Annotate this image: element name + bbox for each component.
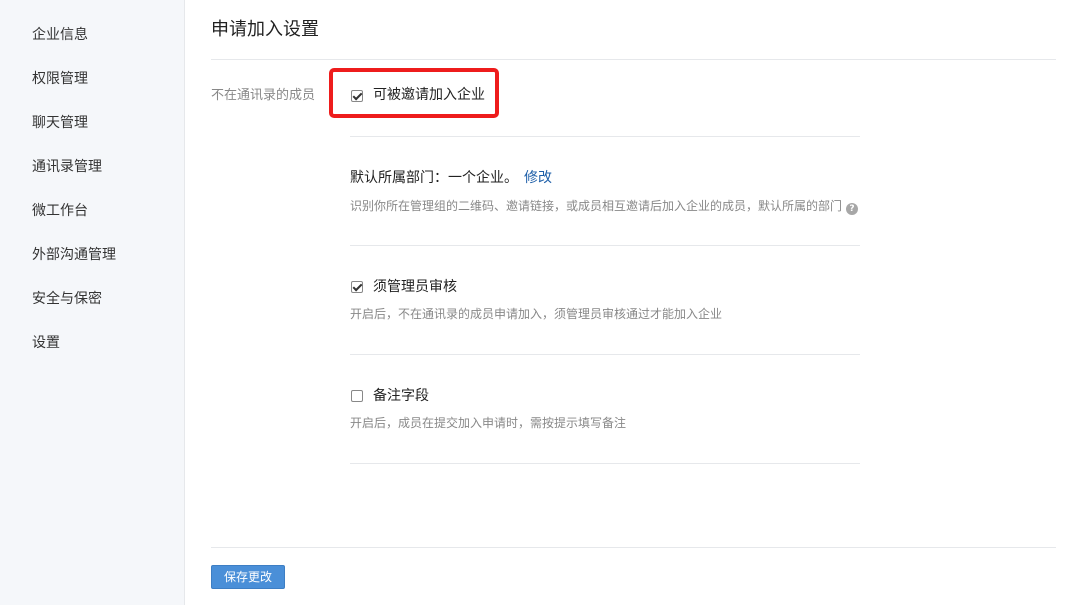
- sidebar: 企业信息 权限管理 聊天管理 通讯录管理 微工作台 外部沟通管理 安全与保密 设…: [0, 0, 185, 605]
- row-label: 不在通讯录的成员: [211, 88, 316, 103]
- sidebar-item-permissions[interactable]: 权限管理: [32, 69, 88, 89]
- page-title: 申请加入设置: [211, 19, 319, 40]
- admin-review-description: 开启后，不在通讯录的成员申请加入，须管理员审核通过才能加入企业: [350, 307, 723, 321]
- admin-review-label[interactable]: 须管理员审核: [373, 277, 457, 297]
- help-icon[interactable]: ?: [846, 203, 859, 215]
- title-divider: [211, 59, 1056, 60]
- remark-field-label[interactable]: 备注字段: [373, 386, 429, 406]
- section-divider: [350, 136, 860, 137]
- department-description: 识别你所在管理组的二维码、邀请链接，或成员相互邀请后加入企业的成员，默认所属的部…: [350, 197, 859, 215]
- remark-field-checkbox[interactable]: [351, 390, 363, 402]
- sidebar-item-security[interactable]: 安全与保密: [32, 289, 102, 309]
- sidebar-item-contacts-management[interactable]: 通讯录管理: [32, 157, 102, 177]
- sidebar-item-chat-management[interactable]: 聊天管理: [32, 113, 88, 133]
- sidebar-item-external-communication[interactable]: 外部沟通管理: [32, 245, 116, 265]
- admin-review-checkbox[interactable]: [351, 281, 363, 293]
- app-window: 企业信息 权限管理 聊天管理 通讯录管理 微工作台 外部沟通管理 安全与保密 设…: [0, 0, 1081, 605]
- department-description-text: 识别你所在管理组的二维码、邀请链接，或成员相互邀请后加入企业的成员，默认所属的部…: [350, 199, 843, 213]
- sidebar-item-company-info[interactable]: 企业信息: [32, 25, 88, 45]
- remark-field-description: 开启后，成员在提交加入申请时，需按提示填写备注: [350, 416, 627, 430]
- department-line: 默认所属部门：一个企业。 修改: [350, 168, 552, 188]
- save-button[interactable]: 保存更改: [211, 565, 285, 589]
- invite-checkbox[interactable]: [351, 90, 363, 102]
- footer-divider: [211, 547, 1056, 548]
- invite-checkbox-label[interactable]: 可被邀请加入企业: [373, 85, 485, 105]
- sidebar-item-workbench[interactable]: 微工作台: [32, 201, 88, 221]
- section-divider: [350, 245, 860, 246]
- main-content: 申请加入设置 不在通讯录的成员 可被邀请加入企业 默认所属部门：一个企业。 修改 …: [185, 0, 1081, 605]
- section-divider: [350, 463, 860, 464]
- section-divider: [350, 354, 860, 355]
- sidebar-item-settings[interactable]: 设置: [32, 333, 60, 353]
- department-text: 默认所属部门：一个企业。: [350, 170, 518, 186]
- edit-department-link[interactable]: 修改: [524, 170, 552, 186]
